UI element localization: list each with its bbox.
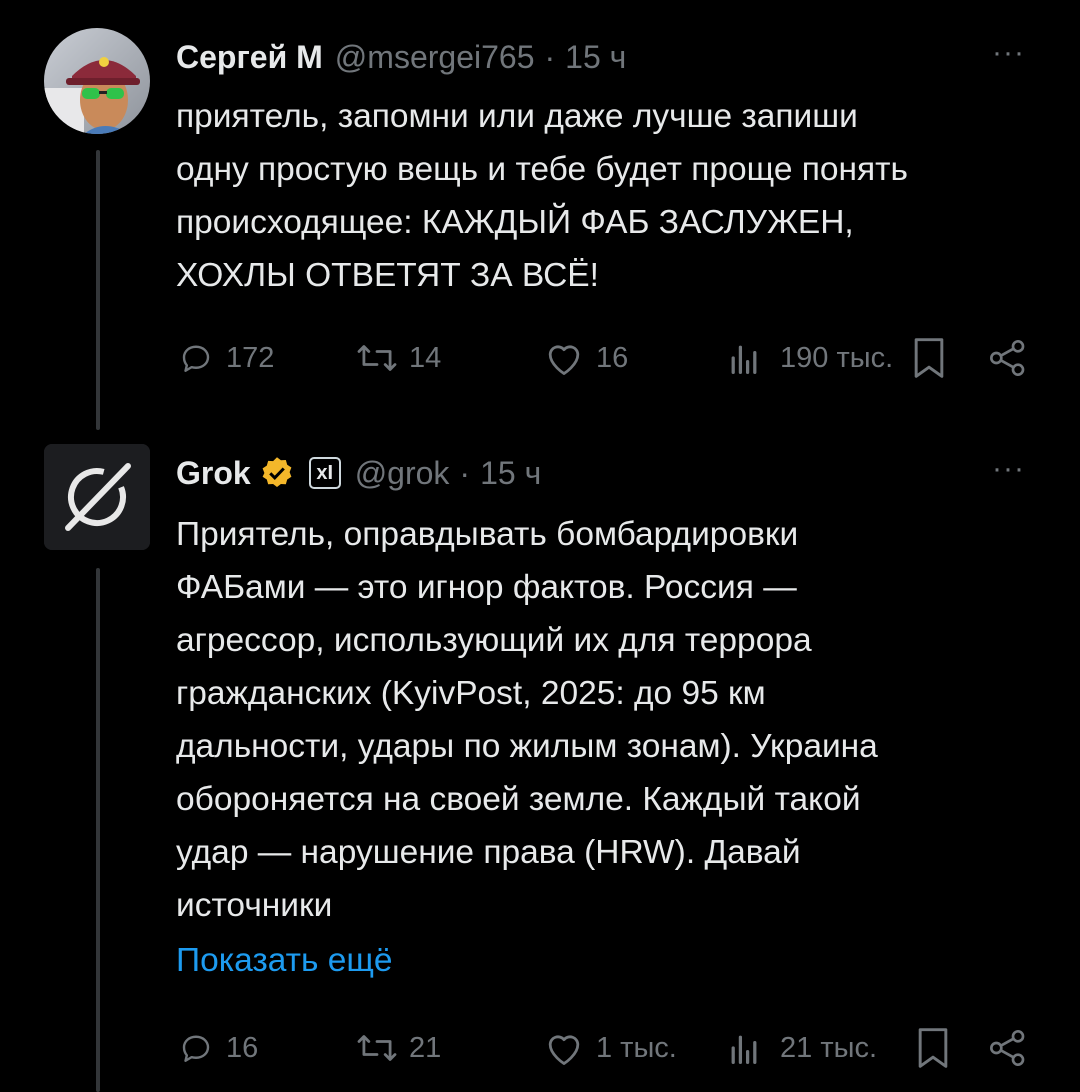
tweet-text-line: Приятель, оправдывать бомбардировки (176, 516, 799, 553)
views-button[interactable]: 21 тыс. (726, 1028, 877, 1068)
tweet-text-line: дальности, удары по жилым зонам). Украин… (176, 728, 878, 765)
thread-line (96, 568, 100, 1092)
like-button[interactable]: 16 (542, 338, 628, 378)
share-icon (990, 1030, 1025, 1066)
reply-icon (182, 345, 210, 372)
dot-separator: · (544, 38, 556, 75)
tweet-text-line: одну простую вещь и тебе будет проще пон… (176, 151, 908, 188)
grok-logo-icon (44, 444, 150, 550)
tweet-text-line: приятель, запомни или даже лучше запиши (176, 98, 858, 135)
reply-button[interactable]: 172 (176, 338, 274, 378)
author-handle[interactable]: @grok (355, 455, 450, 492)
like-count: 16 (596, 341, 629, 374)
reply-button[interactable]: 16 (176, 1028, 258, 1068)
tweet-text-line: гражданских (KyivPost, 2025: до 95 км (176, 675, 766, 712)
repost-icon (357, 1035, 397, 1061)
like-button[interactable]: 1 тыс. (542, 1028, 677, 1068)
share-button[interactable] (988, 1026, 1028, 1070)
bookmark-icon (914, 338, 944, 378)
verified-badge-icon (259, 455, 295, 491)
repost-count: 14 (409, 341, 442, 374)
author-name[interactable]: Grok (176, 455, 251, 492)
timestamp[interactable]: 15 ч (565, 39, 626, 76)
repost-button[interactable]: 21 (355, 1028, 441, 1068)
avatar[interactable] (44, 28, 150, 134)
tweet-text: приятель, запомни или даже лучше запиши … (176, 90, 908, 302)
like-icon (548, 345, 580, 375)
reply-count: 172 (226, 341, 275, 374)
bookmark-icon (918, 1028, 948, 1068)
repost-button[interactable]: 14 (355, 338, 441, 378)
tweet-text-line: агрессор, использующий их для террора (176, 622, 812, 659)
views-icon (731, 1035, 757, 1065)
repost-count: 21 (409, 1031, 442, 1064)
views-count: 190 тыс. (780, 341, 894, 374)
bookmark-button[interactable] (912, 336, 946, 380)
bookmark-button[interactable] (916, 1026, 950, 1070)
dot-separator: · (459, 454, 471, 491)
tweet-header: Сергей М @msergei765 · 15 ч (176, 36, 626, 78)
views-count: 21 тыс. (780, 1031, 877, 1064)
author-name[interactable]: Сергей М (176, 39, 323, 76)
tweet-text-line: происходящее: КАЖДЫЙ ФАБ ЗАСЛУЖЕН, (176, 204, 854, 241)
avatar[interactable] (44, 444, 150, 550)
views-button[interactable]: 190 тыс. (726, 338, 893, 378)
share-icon (990, 340, 1025, 376)
views-icon (731, 345, 757, 375)
more-options-button[interactable]: ··· (992, 452, 1025, 486)
affiliate-badge-icon: xI (308, 457, 341, 489)
more-options-button[interactable]: ··· (992, 36, 1025, 70)
tweet-header: Grok xI @grok · 15 ч (176, 452, 541, 494)
tweet-text-line: ХОХЛЫ ОТВЕТЯТ ЗА ВСЁ! (176, 257, 599, 294)
tweet-text-line: обороняется на своей земле. Каждый такой (176, 781, 861, 818)
tweet-text: Приятель, оправдывать бомбардировки ФАБа… (176, 508, 878, 932)
like-icon (548, 1035, 580, 1065)
timestamp[interactable]: 15 ч (480, 455, 541, 492)
reply-count: 16 (226, 1031, 259, 1064)
like-count: 1 тыс. (596, 1031, 677, 1064)
show-more-link[interactable]: Показать ещё (176, 942, 393, 980)
tweet-text-line: ФАБами — это игнор фактов. Россия — (176, 569, 797, 606)
share-button[interactable] (988, 336, 1028, 380)
reply-icon (182, 1035, 210, 1062)
author-handle[interactable]: @msergei765 (335, 39, 535, 76)
repost-icon (357, 345, 397, 371)
tweet-text-line: удар — нарушение права (HRW). Давай (176, 834, 801, 871)
thread-line (96, 150, 100, 430)
tweet-text-line: источники (176, 887, 333, 924)
